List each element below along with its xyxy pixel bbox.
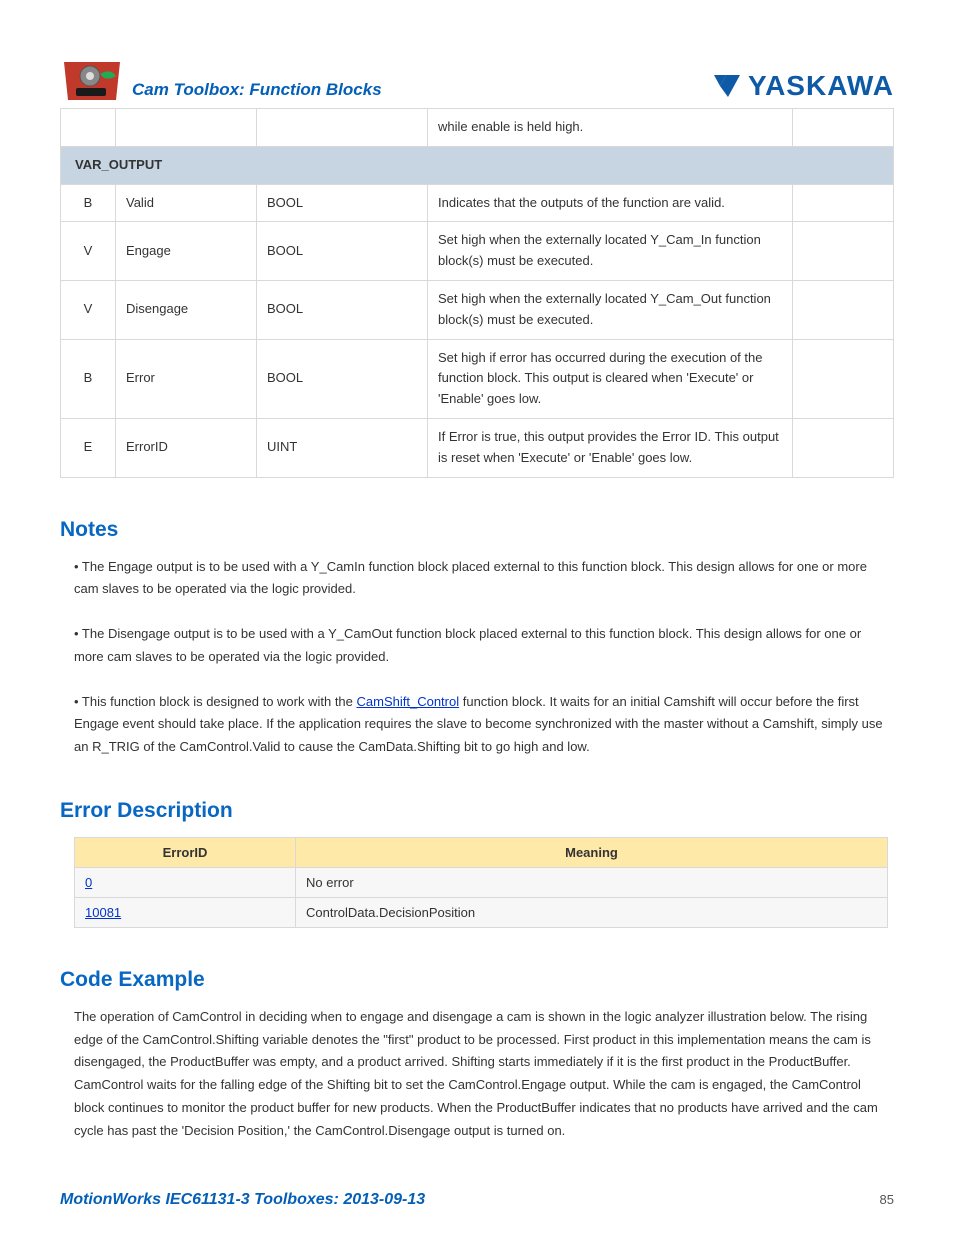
table-section-row: VAR_OUTPUT [61,146,894,184]
code-example-body: The operation of CamControl in deciding … [74,1006,888,1143]
cell: Error [116,339,257,418]
cell [793,222,894,281]
cell: V [61,280,116,339]
cell [793,184,894,222]
cell [61,109,116,147]
variable-table: while enable is held high. VAR_OUTPUT B … [60,108,894,478]
cell: Valid [116,184,257,222]
cell: UINT [257,418,428,477]
code-example-heading: Code Example [60,968,894,992]
cell [257,109,428,147]
cell: ErrorID [116,418,257,477]
error-table-header: ErrorID Meaning [75,837,888,867]
brand-logo: YASKAWA [712,70,894,102]
section-label: VAR_OUTPUT [61,146,894,184]
brand-mark-icon [712,73,742,99]
brand-text: YASKAWA [748,70,894,102]
cell: BOOL [257,280,428,339]
code-example-text: The operation of CamControl in deciding … [74,1006,888,1143]
notes-body: • The Engage output is to be used with a… [74,556,888,759]
page-header: Cam Toolbox: Function Blocks YASKAWA [60,56,894,102]
error-table: ErrorID Meaning 0 No error 10081 Control… [74,837,888,928]
cell: Set high when the externally located Y_C… [428,222,793,281]
cell: BOOL [257,222,428,281]
cell: Set high when the externally located Y_C… [428,280,793,339]
meaning-header: Meaning [296,837,888,867]
cell: while enable is held high. [428,109,793,147]
table-row: V Engage BOOL Set high when the external… [61,222,894,281]
cell: Indicates that the outputs of the functi… [428,184,793,222]
cell: V [61,222,116,281]
error-row: 0 No error [75,867,888,897]
cell: If Error is true, this output provides t… [428,418,793,477]
cell: B [61,184,116,222]
meaning-cell: No error [296,867,888,897]
cell: E [61,418,116,477]
errorid-header: ErrorID [75,837,296,867]
table-row: V Disengage BOOL Set high when the exter… [61,280,894,339]
table-row: while enable is held high. [61,109,894,147]
meaning-cell: ControlData.DecisionPosition [296,897,888,927]
cell: Set high if error has occurred during th… [428,339,793,418]
notes-p3-pre: • This function block is designed to wor… [74,694,357,709]
notes-p3: • This function block is designed to wor… [74,691,888,759]
errorid-link[interactable]: 10081 [85,905,121,920]
error-table-wrap: ErrorID Meaning 0 No error 10081 Control… [74,837,888,928]
error-description-heading: Error Description [60,799,894,823]
cell: BOOL [257,339,428,418]
notes-heading: Notes [60,518,894,542]
table-row: E ErrorID UINT If Error is true, this ou… [61,418,894,477]
cell: BOOL [257,184,428,222]
page-footer: MotionWorks IEC61131-3 Toolboxes: 2013-0… [60,1191,894,1209]
toolbox-logo-icon [60,56,124,102]
cell [793,109,894,147]
notes-p1: • The Engage output is to be used with a… [74,556,888,602]
error-row: 10081 ControlData.DecisionPosition [75,897,888,927]
table-row: B Valid BOOL Indicates that the outputs … [61,184,894,222]
table-row: B Error BOOL Set high if error has occur… [61,339,894,418]
cell [116,109,257,147]
cell [793,280,894,339]
cell [793,418,894,477]
errorid-link[interactable]: 0 [85,875,92,890]
cell [793,339,894,418]
cell: Disengage [116,280,257,339]
errorid-cell: 0 [75,867,296,897]
footer-title: MotionWorks IEC61131-3 Toolboxes: 2013-0… [60,1191,425,1209]
header-title: Cam Toolbox: Function Blocks [132,80,382,102]
header-left: Cam Toolbox: Function Blocks [60,56,382,102]
errorid-cell: 10081 [75,897,296,927]
camshift-control-link[interactable]: CamShift_Control [357,694,460,709]
notes-p2: • The Disengage output is to be used wit… [74,623,888,669]
page-number: 85 [880,1192,894,1207]
cell: B [61,339,116,418]
cell: Engage [116,222,257,281]
